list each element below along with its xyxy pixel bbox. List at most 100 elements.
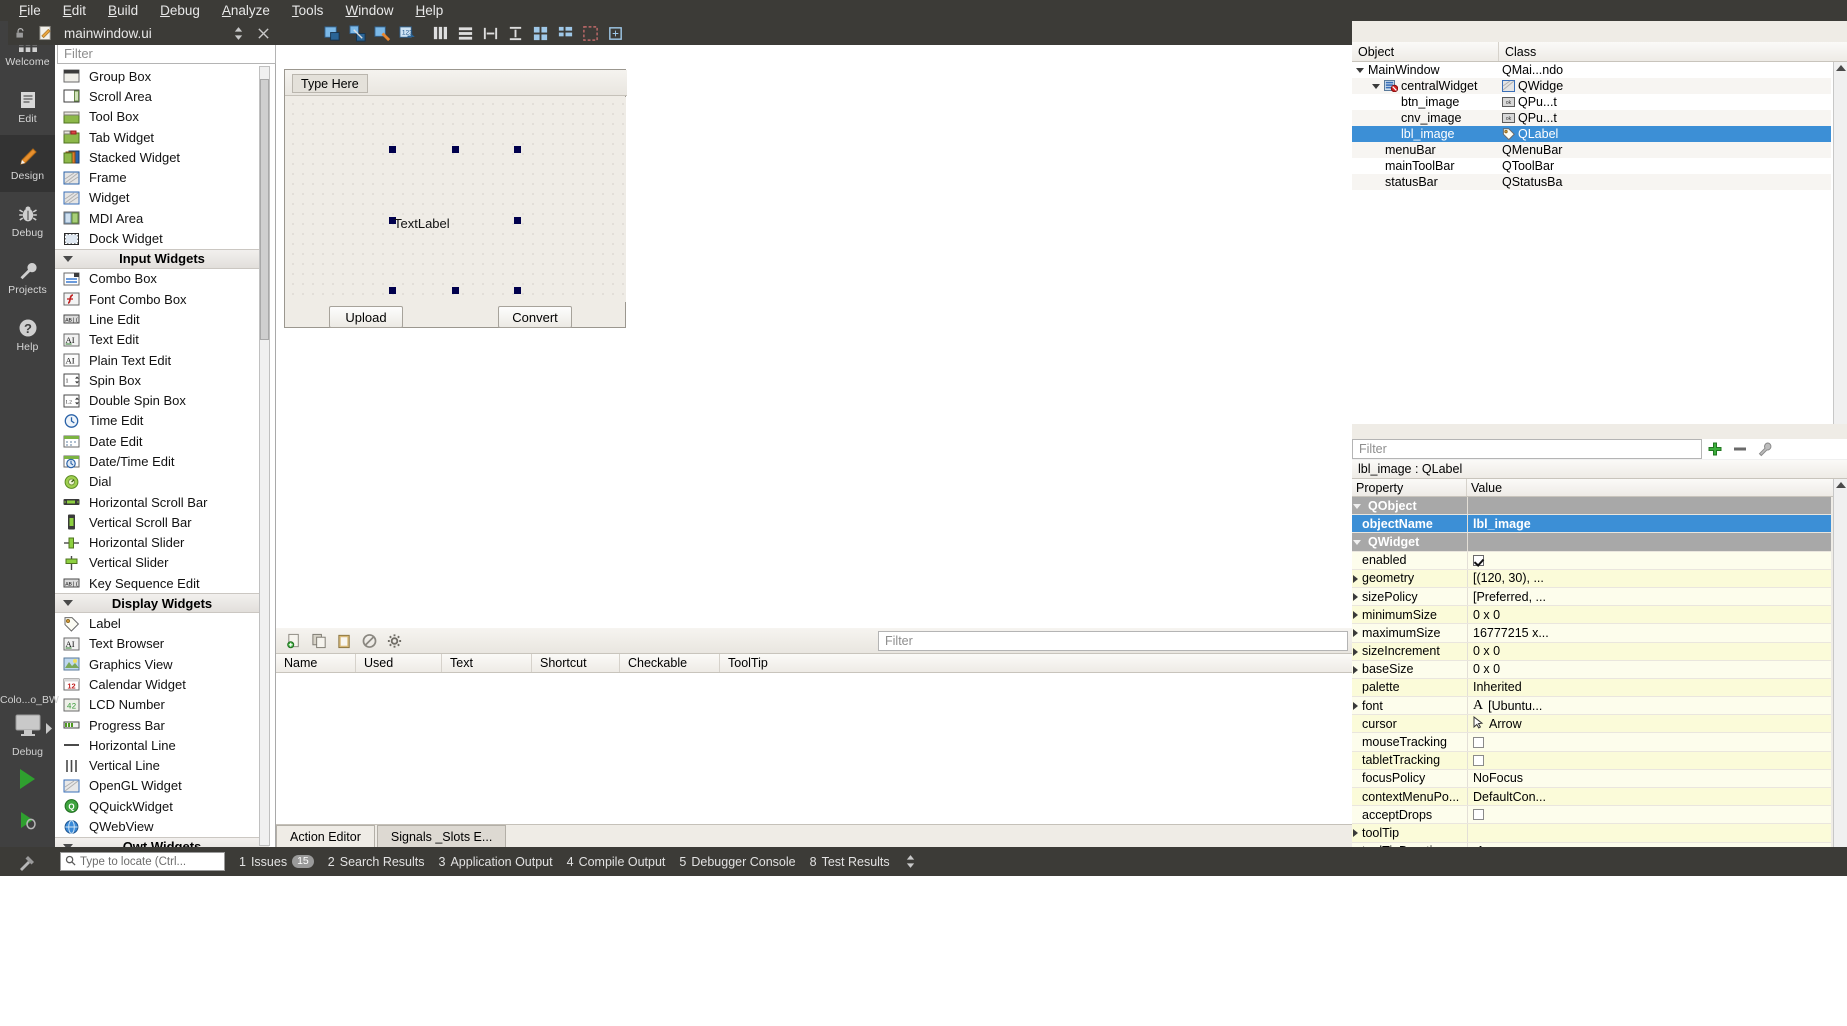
widget-box-filter-input[interactable]: Filter	[57, 42, 276, 64]
object-inspector-vscrollbar[interactable]	[1833, 62, 1847, 424]
chevron-right-icon[interactable]	[1353, 611, 1358, 620]
action-editor-filter-input[interactable]: Filter	[878, 631, 1348, 651]
object-row-cnv_image[interactable]: cnv_image ok QPu...t	[1352, 110, 1831, 126]
property-row-minimumsize[interactable]: minimumSize 0 x 0	[1352, 606, 1831, 625]
mode-debug[interactable]: Debug	[0, 192, 55, 249]
action-col-tooltip[interactable]: ToolTip	[720, 654, 860, 672]
property-value-cell[interactable]: 0 x 0	[1467, 660, 1831, 678]
widget-item-scroll-area[interactable]: Scroll Area	[55, 86, 269, 106]
document-selector[interactable]: mainwindow.ui	[8, 21, 276, 45]
widget-item-opengl-widget[interactable]: OpenGL Widget	[55, 776, 269, 796]
chevron-down-icon[interactable]	[1356, 67, 1364, 73]
build-button[interactable]	[0, 842, 55, 884]
widget-item-horizontal-line[interactable]: Horizontal Line	[55, 735, 269, 755]
unlocked-icon[interactable]	[10, 23, 31, 44]
form-menu-type-here[interactable]: Type Here	[292, 74, 368, 93]
menu-file[interactable]: File	[8, 0, 52, 21]
property-value-cell[interactable]: 0 x 0	[1467, 606, 1831, 624]
new-action-icon[interactable]	[284, 630, 305, 651]
delete-icon[interactable]	[359, 630, 380, 651]
widget-item-plain-text-edit[interactable]: AI Plain Text Edit	[55, 350, 269, 370]
selection-handle-bottom-right[interactable]	[514, 287, 521, 294]
widget-item-date-time-edit[interactable]: Date/Time Edit	[55, 451, 269, 471]
widget-item-label[interactable]: Label	[55, 613, 269, 633]
widget-item-spin-box[interactable]: 1 Spin Box	[55, 370, 269, 390]
output-pane-test-results[interactable]: 8 Test Results	[810, 855, 890, 869]
mode-edit[interactable]: Edit	[0, 78, 55, 135]
output-pane-compile-output[interactable]: 4 Compile Output	[567, 855, 666, 869]
property-col-value[interactable]: Value	[1467, 479, 1817, 496]
property-row-focuspolicy[interactable]: focusPolicy NoFocus	[1352, 769, 1831, 788]
property-value-cell[interactable]	[1467, 733, 1831, 751]
property-row-qobject[interactable]: QObject	[1352, 497, 1831, 516]
widget-item-qquickwidget[interactable]: Q QQuickWidget	[55, 796, 269, 816]
property-value-cell[interactable]	[1467, 551, 1831, 569]
property-value-cell[interactable]	[1467, 751, 1831, 769]
menu-analyze[interactable]: Analyze	[211, 0, 281, 21]
widget-box-list[interactable]: Group Box Scroll Area Tool Box Tab Widget St…	[55, 66, 269, 847]
widget-section-display-widgets[interactable]: Display Widgets	[55, 593, 269, 614]
chevron-right-icon[interactable]	[1353, 702, 1358, 711]
form-canvas[interactable]: Type Here TextLabel Upload Convert	[276, 45, 1352, 628]
property-col-property[interactable]: Property	[1352, 479, 1467, 496]
widget-item-combo-box[interactable]: Combo Box	[55, 269, 269, 289]
close-icon[interactable]	[253, 23, 274, 44]
widget-item-time-edit[interactable]: Time Edit	[55, 411, 269, 431]
form-label-lbl-image[interactable]: TextLabel	[394, 216, 450, 231]
split-updown-icon[interactable]	[228, 23, 249, 44]
property-row-palette[interactable]: palette Inherited	[1352, 678, 1831, 698]
property-value-cell[interactable]: Arrow	[1467, 715, 1831, 733]
action-editor-rows[interactable]	[276, 673, 1352, 828]
property-value-cell[interactable]: [Preferred, ...	[1467, 587, 1831, 606]
form-menu-bar[interactable]: Type Here	[285, 70, 627, 96]
output-pane-application-output[interactable]: 3 Application Output	[439, 855, 553, 869]
object-col-class[interactable]: Class	[1499, 42, 1819, 61]
widget-item-group-box[interactable]: Group Box	[55, 66, 269, 86]
property-value-cell[interactable]: NoFocus	[1467, 769, 1831, 787]
edit-buddies-icon[interactable]	[372, 23, 393, 44]
target-selector-button[interactable]	[0, 706, 55, 748]
object-row-menubar[interactable]: menuBar QMenuBar	[1352, 142, 1831, 158]
chevron-right-icon[interactable]	[1353, 574, 1358, 583]
chevron-right-icon[interactable]	[1353, 629, 1358, 638]
menu-edit[interactable]: Edit	[52, 0, 97, 21]
edit-widgets-icon[interactable]	[322, 23, 343, 44]
debug-button[interactable]	[0, 800, 55, 842]
wrench-icon[interactable]	[1754, 439, 1775, 460]
widget-section-qwt-widgets[interactable]: Qwt Widgets	[55, 836, 269, 847]
object-row-maintoolbar[interactable]: mainToolBar QToolBar	[1352, 158, 1831, 174]
property-row-sizeincrement[interactable]: sizeIncrement 0 x 0	[1352, 642, 1831, 661]
property-value-cell[interactable]: DefaultCon...	[1467, 788, 1831, 806]
edit-signals-slots-icon[interactable]	[347, 23, 368, 44]
action-col-text[interactable]: Text	[442, 654, 532, 672]
widget-item-vertical-slider[interactable]: Vertical Slider	[55, 553, 269, 573]
object-row-centralwidget[interactable]: centralWidget QWidge	[1352, 78, 1831, 94]
property-value-cell[interactable]	[1467, 824, 1831, 842]
widget-item-horizontal-scroll-bar[interactable]: Horizontal Scroll Bar	[55, 492, 269, 512]
property-row-sizepolicy[interactable]: sizePolicy [Preferred, ...	[1352, 587, 1831, 607]
locator-input[interactable]: Type to locate (Ctrl...	[60, 852, 225, 871]
property-value-cell[interactable]	[1467, 533, 1831, 551]
chevron-down-icon[interactable]	[1353, 540, 1361, 546]
selection-handle-bottom-center[interactable]	[452, 287, 459, 294]
form-central-widget[interactable]: TextLabel Upload Convert	[286, 97, 626, 328]
updown-arrows-icon[interactable]	[900, 851, 921, 872]
selection-handle-top-center[interactable]	[452, 146, 459, 153]
widget-item-qwebview[interactable]: QWebView	[55, 816, 269, 836]
chevron-right-icon[interactable]	[1353, 829, 1358, 838]
object-inspector-tree[interactable]: MainWindow QMai...ndo centralWidget QWidge b…	[1352, 62, 1831, 190]
form-button-convert[interactable]: Convert	[498, 306, 572, 328]
property-value-cell[interactable]: 0 x 0	[1467, 642, 1831, 660]
action-col-name[interactable]: Name	[276, 654, 356, 672]
widget-item-calendar-widget[interactable]: 12 Calendar Widget	[55, 674, 269, 694]
menu-window[interactable]: Window	[334, 0, 404, 21]
menu-debug[interactable]: Debug	[149, 0, 211, 21]
widget-box-scrollbar-thumb[interactable]	[260, 79, 269, 340]
property-value-cell[interactable]: lbl_image	[1467, 515, 1831, 533]
property-row-font[interactable]: font A [Ubuntu...	[1352, 697, 1831, 716]
widget-item-widget[interactable]: Widget	[55, 188, 269, 208]
paste-icon[interactable]	[334, 630, 355, 651]
property-row-tooltip[interactable]: toolTip	[1352, 824, 1831, 843]
plus-icon[interactable]	[1704, 439, 1725, 460]
mode-help[interactable]: ? Help	[0, 306, 55, 363]
